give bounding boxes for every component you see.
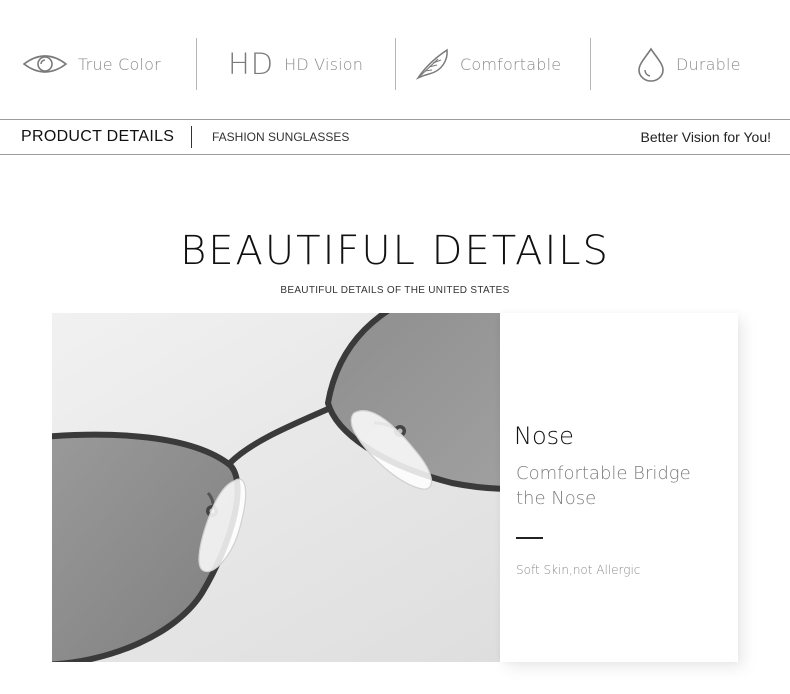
divider — [191, 126, 192, 148]
feature-true-color: True Color — [22, 44, 161, 84]
section-heading: BEAUTIFUL DETAILS — [180, 228, 610, 274]
divider — [516, 537, 543, 539]
divider — [196, 38, 197, 90]
hd-icon: HD — [228, 47, 275, 81]
detail-card: Nose Comfortable Bridge the Nose Soft Sk… — [500, 313, 738, 662]
feature-comfortable: Comfortable — [414, 44, 561, 84]
bar-title: PRODUCT DETAILS — [21, 128, 175, 145]
bridge — [227, 406, 331, 466]
feature-durable: Durable — [636, 44, 741, 84]
feature-hd-vision: HD HD Vision — [228, 44, 363, 84]
bar-subtitle: FASHION SUNGLASSES — [212, 130, 350, 144]
product-photo — [52, 313, 500, 662]
divider — [395, 38, 396, 90]
feature-strip: True Color HD HD Vision Comfortable Dura… — [0, 0, 790, 120]
detail-description-line1: Comfortable Bridge — [516, 463, 691, 484]
eye-icon — [22, 51, 68, 77]
detail-title: Nose — [514, 422, 574, 450]
divider — [590, 38, 591, 90]
feature-label: True Color — [78, 54, 161, 74]
water-drop-icon — [636, 46, 666, 82]
detail-note: Soft Skin,not Allergic — [516, 563, 641, 577]
section-subheading: BEAUTIFUL DETAILS OF THE UNITED STATES — [280, 285, 510, 296]
feather-icon — [414, 47, 450, 81]
bar-tagline: Better Vision for You! — [640, 129, 772, 145]
feature-label: Comfortable — [460, 54, 562, 74]
feature-label: Durable — [676, 54, 741, 74]
detail-description-line2: the Nose — [516, 488, 597, 509]
product-details-bar: PRODUCT DETAILS FASHION SUNGLASSES Bette… — [0, 119, 790, 155]
feature-label: HD Vision — [284, 54, 364, 74]
